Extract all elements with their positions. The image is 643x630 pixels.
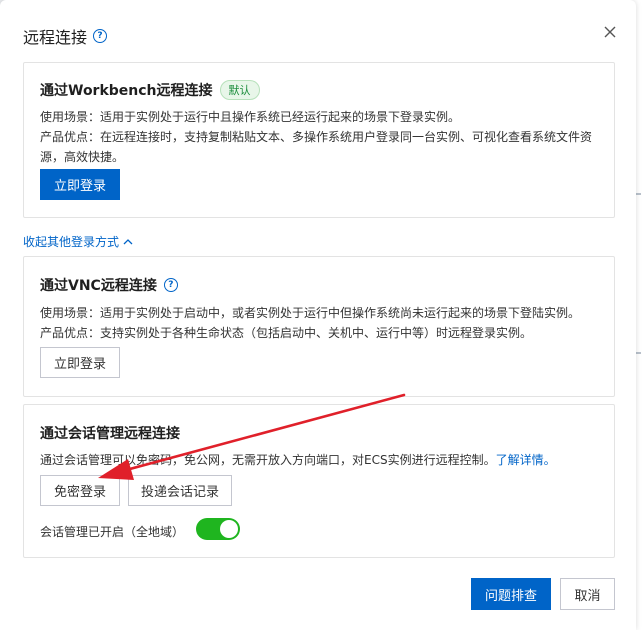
workbench-usage: 使用场景：适用于实例处于运行中且操作系统已经运行起来的场景下登录实例。	[40, 110, 461, 124]
vnc-card: 通过VNC远程连接 ? 使用场景：适用于实例处于启动中，或者实例处于运行中但操作…	[23, 256, 615, 397]
session-title-text: 通过会话管理远程连接	[40, 426, 180, 442]
dialog-title: 远程连接 ?	[23, 24, 108, 48]
session-desc-text: 通过会话管理可以免密码，免公网，无需开放入方向端口，对ECS实例进行远程控制。	[40, 453, 496, 467]
help-icon[interactable]: ?	[93, 29, 108, 43]
toggle-knob	[220, 520, 238, 538]
default-badge: 默认	[219, 80, 260, 100]
collapse-link-text: 收起其他登录方式	[23, 235, 120, 249]
help-icon[interactable]: ?	[163, 278, 178, 292]
troubleshoot-button[interactable]: 问题排查	[471, 578, 551, 610]
collapse-other-methods-link[interactable]: 收起其他登录方式	[23, 233, 133, 250]
workbench-advantage-line1: 产品优点：在远程连接时，支持复制粘贴文本、多操作系统用户登录同一台实例、可视化查…	[40, 130, 593, 144]
workbench-title-text: 通过Workbench远程连接	[40, 83, 213, 99]
session-management-toggle[interactable]	[196, 518, 240, 540]
workbench-login-button[interactable]: 立即登录	[40, 169, 120, 200]
deliver-session-record-button[interactable]: 投递会话记录	[128, 475, 232, 506]
session-title: 通过会话管理远程连接	[40, 423, 180, 443]
chevron-up-icon	[123, 238, 133, 244]
vnc-desc: 使用场景：适用于实例处于启动中，或者实例处于运行中但操作系统尚未运行起来的场景下…	[40, 303, 600, 343]
vnc-login-button[interactable]: 立即登录	[40, 347, 120, 378]
vnc-title: 通过VNC远程连接 ?	[40, 275, 178, 295]
passwordless-login-button[interactable]: 免密登录	[40, 475, 120, 506]
cancel-button[interactable]: 取消	[560, 578, 615, 610]
workbench-card: 通过Workbench远程连接 默认 使用场景：适用于实例处于运行中且操作系统已…	[23, 62, 615, 218]
workbench-title: 通过Workbench远程连接 默认	[40, 80, 260, 100]
workbench-advantage-line2: 源，高效快捷。	[40, 150, 125, 164]
vnc-title-text: 通过VNC远程连接	[40, 278, 157, 294]
vnc-advantage: 产品优点：支持实例处于各种生命状态（包括启动中、关机中、运行中等）时远程登录实例…	[40, 326, 533, 340]
remote-connect-dialog: 远程连接 ? 通过Workbench远程连接 默认 使用场景：适用于实例处于运行…	[0, 0, 636, 630]
close-icon[interactable]	[601, 23, 619, 41]
vnc-usage: 使用场景：适用于实例处于启动中，或者实例处于运行中但操作系统尚未运行起来的场景下…	[40, 306, 581, 320]
learn-more-link[interactable]: 了解详情。	[496, 453, 556, 467]
session-switch-label: 会话管理已开启（全地域）	[40, 525, 185, 539]
workbench-desc: 使用场景：适用于实例处于运行中且操作系统已经运行起来的场景下登录实例。 产品优点…	[40, 107, 600, 167]
dialog-title-text: 远程连接	[23, 28, 88, 47]
session-desc: 通过会话管理可以免密码，免公网，无需开放入方向端口，对ECS实例进行远程控制。了…	[40, 450, 600, 470]
